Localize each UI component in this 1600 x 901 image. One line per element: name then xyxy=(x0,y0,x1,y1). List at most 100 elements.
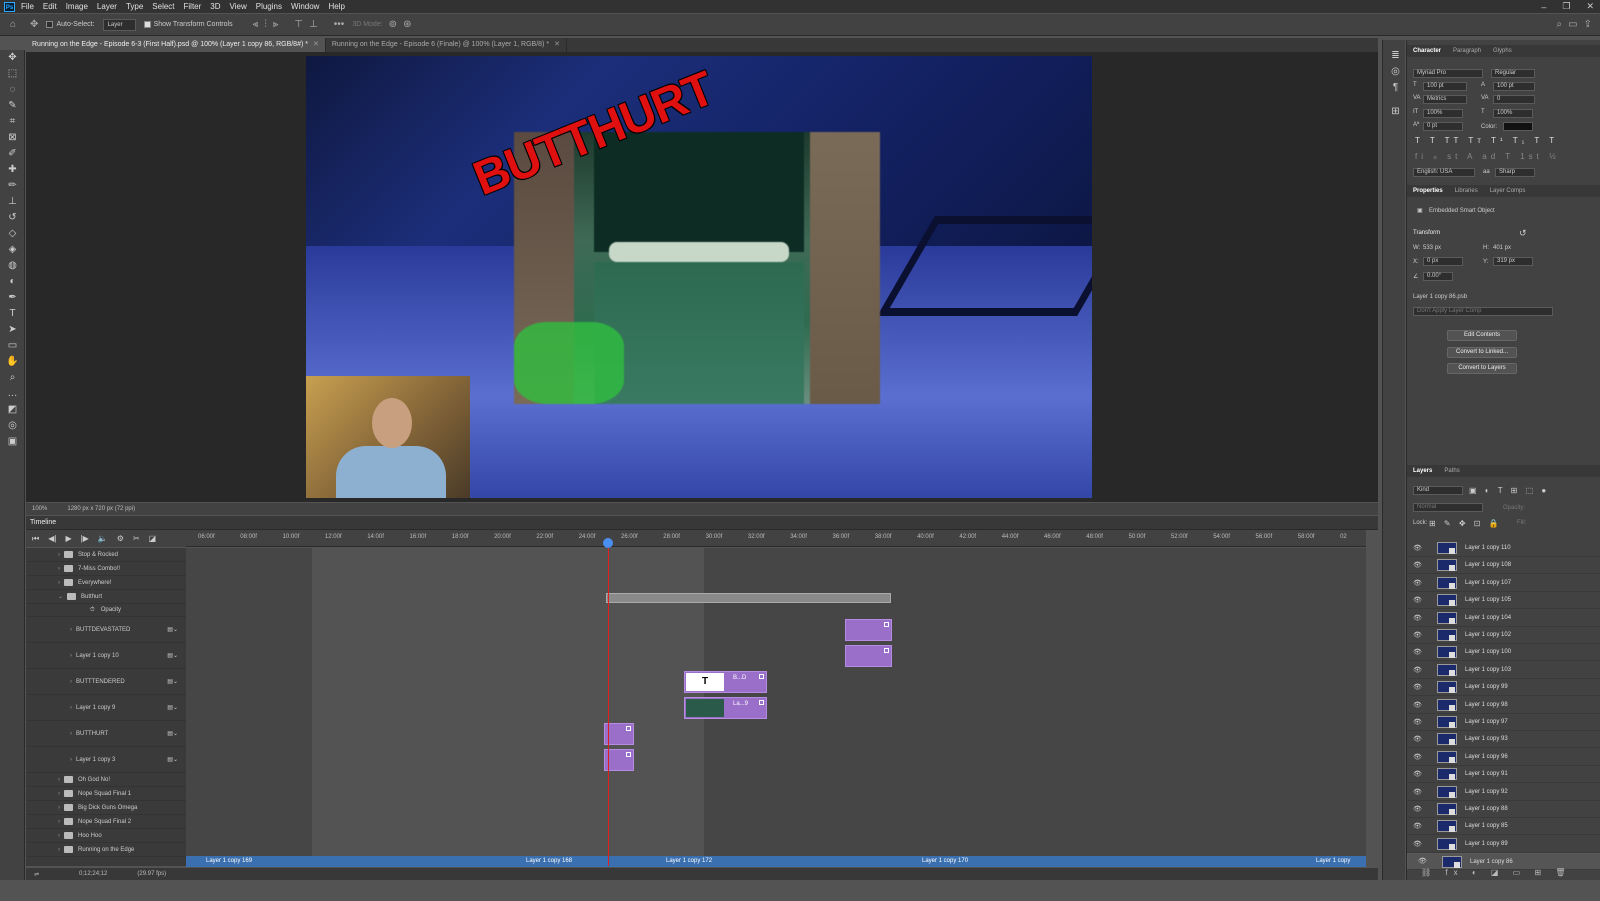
kerning-input[interactable]: Metrics xyxy=(1423,95,1467,104)
group-row[interactable]: › Nope Squad Final 2 xyxy=(26,815,186,829)
film-icon[interactable]: ▤⌄ xyxy=(167,626,178,633)
blur-tool-icon[interactable]: ◍ xyxy=(0,258,25,274)
first-frame-icon[interactable]: ⏮ xyxy=(32,534,39,544)
layer-actions[interactable]: ⛓ fx ◐ ◪ ▭ ⊞ 🗑 xyxy=(1421,868,1572,877)
type-tool-icon[interactable]: T xyxy=(0,306,25,322)
paragraph-icon[interactable]: ¶ xyxy=(1383,80,1408,96)
frame-tool-icon[interactable]: ⊠ xyxy=(0,130,25,146)
search-icon[interactable]: ⌕ xyxy=(1557,19,1563,30)
share-icon[interactable]: ⇪ xyxy=(1584,19,1592,30)
menu-3d[interactable]: 3D xyxy=(210,2,220,11)
orbit-3d-icon[interactable]: ⊚ xyxy=(389,19,397,30)
home-icon[interactable]: ⌂ xyxy=(10,19,16,30)
film-icon[interactable]: ▤⌄ xyxy=(167,678,178,685)
language-select[interactable]: English: USA xyxy=(1413,168,1475,177)
playhead[interactable] xyxy=(608,548,609,866)
layer-row[interactable]: 👁 Layer 1 copy 89 xyxy=(1407,836,1600,853)
angle-input[interactable]: 0.00° xyxy=(1423,272,1453,281)
layer-row[interactable]: 👁 Layer 1 copy 102 xyxy=(1407,627,1600,644)
font-style-select[interactable]: Regular xyxy=(1491,69,1535,78)
expand-arrow-icon[interactable]: › xyxy=(70,627,72,633)
eye-icon[interactable]: 👁 xyxy=(1413,579,1423,587)
leading-input[interactable]: 100 pt xyxy=(1493,82,1535,91)
show-transform-toggle[interactable]: Show Transform Controls xyxy=(143,21,233,28)
x-input[interactable]: 0 px xyxy=(1423,257,1463,266)
align-right-icon[interactable]: ⫸ xyxy=(273,19,279,30)
layer-row[interactable]: 👁 Layer 1 copy 96 xyxy=(1407,749,1600,766)
pen-tool-icon[interactable]: ✒ xyxy=(0,290,25,306)
tab-properties[interactable]: Properties xyxy=(1407,185,1449,197)
group-row[interactable]: › Big Dick Guns Omega xyxy=(26,801,186,815)
adjust-icon[interactable]: ◎ xyxy=(1383,64,1408,80)
font-size-input[interactable]: 100 pt xyxy=(1423,82,1467,91)
track-row[interactable]: › Layer 1 copy 3 ▤⌄ xyxy=(26,747,186,773)
track-row[interactable]: › Layer 1 copy 10 ▤⌄ xyxy=(26,643,186,669)
menu-layer[interactable]: Layer xyxy=(97,2,117,11)
eyedropper-tool-icon[interactable]: ✐ xyxy=(0,146,25,162)
clip-options-icon[interactable] xyxy=(759,674,764,679)
restore-button[interactable]: ❐ xyxy=(1562,1,1570,12)
eye-icon[interactable]: 👁 xyxy=(1413,805,1423,813)
video-clip[interactable]: Layer 1 copy 170 xyxy=(922,857,968,866)
workspace-icon[interactable]: ▭ xyxy=(1568,19,1577,30)
more-options-icon[interactable]: ••• xyxy=(334,19,345,30)
expand-arrow-icon[interactable]: › xyxy=(58,566,60,572)
tab-paragraph[interactable]: Paragraph xyxy=(1447,45,1487,57)
layer-row[interactable]: 👁 Layer 1 copy 108 xyxy=(1407,557,1600,575)
timeline-clip[interactable] xyxy=(845,645,892,667)
lock-icons[interactable]: ⊞ ✎ ✥ ⊡ 🔒 xyxy=(1429,519,1502,528)
antialias-select[interactable]: Sharp xyxy=(1495,168,1535,177)
close-button[interactable]: ✕ xyxy=(1586,1,1594,12)
clip-options-icon[interactable] xyxy=(884,622,889,627)
convert-to-layers-button[interactable]: Convert to Layers xyxy=(1447,363,1517,374)
render-icon[interactable]: ⇌ xyxy=(34,871,39,878)
eye-icon[interactable]: 👁 xyxy=(1413,822,1423,830)
menu-filter[interactable]: Filter xyxy=(184,2,202,11)
move-tool-icon[interactable]: ✥ xyxy=(0,50,25,66)
blend-mode-select[interactable]: Normal xyxy=(1413,503,1483,512)
tab-libraries[interactable]: Libraries xyxy=(1449,185,1484,197)
eraser-tool-icon[interactable]: ◇ xyxy=(0,226,25,242)
opentype-buttons[interactable]: fi ℴ st A ad T 1st ½ xyxy=(1415,152,1560,161)
expand-arrow-icon[interactable]: › xyxy=(70,705,72,711)
eye-icon[interactable]: 👁 xyxy=(1413,648,1423,656)
eye-icon[interactable]: 👁 xyxy=(1413,701,1423,709)
horizontal-scale-input[interactable]: 100% xyxy=(1493,109,1533,118)
crop-tool-icon[interactable]: ⌗ xyxy=(0,114,25,130)
eye-icon[interactable]: 👁 xyxy=(1413,596,1423,604)
align-left-icon[interactable]: ⫷ xyxy=(253,19,259,30)
video-clip[interactable]: Layer 1 copy xyxy=(1316,857,1350,866)
history-brush-icon[interactable]: ↺ xyxy=(0,210,25,226)
expand-arrow-icon[interactable]: › xyxy=(58,819,60,825)
tab-character[interactable]: Character xyxy=(1407,45,1447,57)
menu-select[interactable]: Select xyxy=(152,2,174,11)
auto-select-checkbox[interactable] xyxy=(46,21,54,28)
group-row[interactable]: › Running on the Edge xyxy=(26,843,186,857)
layer-row[interactable]: 👁 Layer 1 copy 97 xyxy=(1407,714,1600,731)
quick-mask-icon[interactable]: ◎ xyxy=(0,418,25,434)
convert-to-linked-button[interactable]: Convert to Linked... xyxy=(1447,347,1517,358)
eye-icon[interactable]: 👁 xyxy=(1413,718,1423,726)
tab-layers[interactable]: Layers xyxy=(1407,465,1438,477)
group-row[interactable]: › Oh God No! xyxy=(26,773,186,787)
height-value[interactable]: 401 px xyxy=(1493,245,1511,251)
dodge-tool-icon[interactable]: ◐ xyxy=(0,274,25,290)
clip-options-icon[interactable] xyxy=(626,752,631,757)
stopwatch-icon[interactable]: ⏱ xyxy=(90,607,95,614)
eye-icon[interactable]: 👁 xyxy=(1413,631,1423,639)
track-row[interactable]: › BUTTDEVASTATED ▤⌄ xyxy=(26,617,186,643)
track-row[interactable]: › BUTTTENDERED ▤⌄ xyxy=(26,669,186,695)
brush-tool-icon[interactable]: ✏ xyxy=(0,178,25,194)
group-duration-bar[interactable] xyxy=(606,593,891,603)
layer-filter-select[interactable]: Kind xyxy=(1413,486,1463,495)
menu-plugins[interactable]: Plugins xyxy=(256,2,282,11)
layer-row[interactable]: 👁 Layer 1 copy 103 xyxy=(1407,662,1600,679)
expand-arrow-icon[interactable]: › xyxy=(58,847,60,853)
eye-icon[interactable]: 👁 xyxy=(1413,561,1423,569)
marquee-tool-icon[interactable]: ⬚ xyxy=(0,66,25,82)
eye-icon[interactable]: 👁 xyxy=(1418,857,1428,867)
film-icon[interactable]: ▤⌄ xyxy=(167,704,178,711)
group-row-open[interactable]: ⌄ Butthurt xyxy=(26,590,186,604)
healing-tool-icon[interactable]: ✚ xyxy=(0,162,25,178)
eye-icon[interactable]: 👁 xyxy=(1413,788,1423,796)
